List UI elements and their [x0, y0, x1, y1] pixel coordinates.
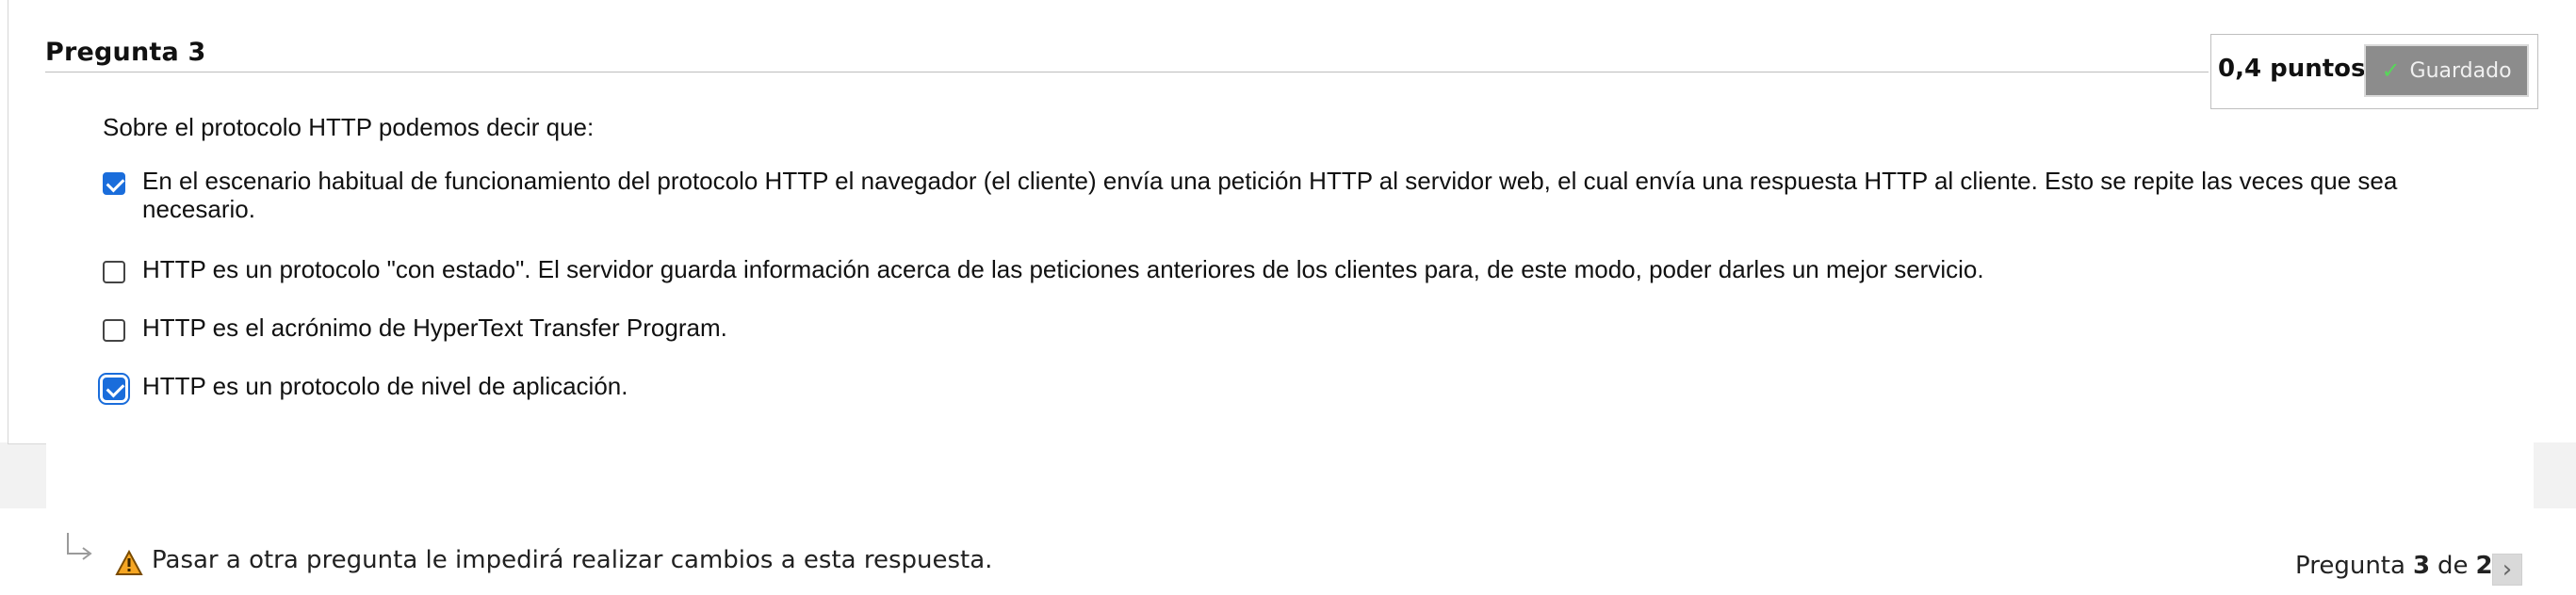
question-counter: Pregunta 3 de 26 [2295, 552, 2510, 580]
points-label: 0,4 puntos [2218, 55, 2366, 83]
warning-icon [115, 550, 143, 575]
answer-option-3[interactable]: HTTP es el acrónimo de HyperText Transfe… [103, 314, 2515, 342]
answer-option-2[interactable]: HTTP es un protocolo "con estado". El se… [103, 255, 2515, 283]
answer-option-4[interactable]: HTTP es un protocolo de nivel de aplicac… [98, 372, 2515, 405]
question-panel [46, 0, 2534, 508]
answer-option-4-text: HTTP es un protocolo de nivel de aplicac… [142, 372, 628, 400]
answer-checkbox-2[interactable] [103, 261, 125, 283]
chevron-right-icon: › [2502, 555, 2513, 584]
page-root: Pregunta 3 0,4 puntos ✓ Guardado Sobre e… [0, 0, 2576, 595]
counter-prefix: Pregunta [2295, 552, 2405, 580]
next-question-button[interactable]: › [2492, 554, 2522, 586]
question-prompt: Sobre el protocolo HTTP podemos decir qu… [103, 113, 595, 141]
counter-mid: de [2437, 552, 2469, 580]
answer-checkbox-4[interactable] [98, 373, 130, 405]
answer-option-1-text: En el escenario habitual de funcionamien… [142, 167, 2398, 223]
counter-current: 3 [2412, 552, 2431, 580]
answer-checkbox-1[interactable] [103, 172, 125, 195]
saved-status-button: ✓ Guardado [2364, 44, 2529, 97]
question-title: Pregunta 3 [45, 38, 206, 67]
answer-option-3-text: HTTP es el acrónimo de HyperText Transfe… [142, 314, 727, 342]
answer-checkbox-3[interactable] [103, 319, 125, 342]
check-icon: ✓ [2381, 57, 2401, 84]
answer-option-2-text: HTTP es un protocolo "con estado". El se… [142, 255, 1984, 283]
saved-status-label: Guardado [2409, 58, 2512, 83]
answer-option-1[interactable]: En el escenario habitual de funcionamien… [103, 167, 2515, 223]
return-arrow-icon [67, 533, 92, 560]
warning-message: Pasar a otra pregunta le impedirá realiz… [152, 546, 993, 574]
